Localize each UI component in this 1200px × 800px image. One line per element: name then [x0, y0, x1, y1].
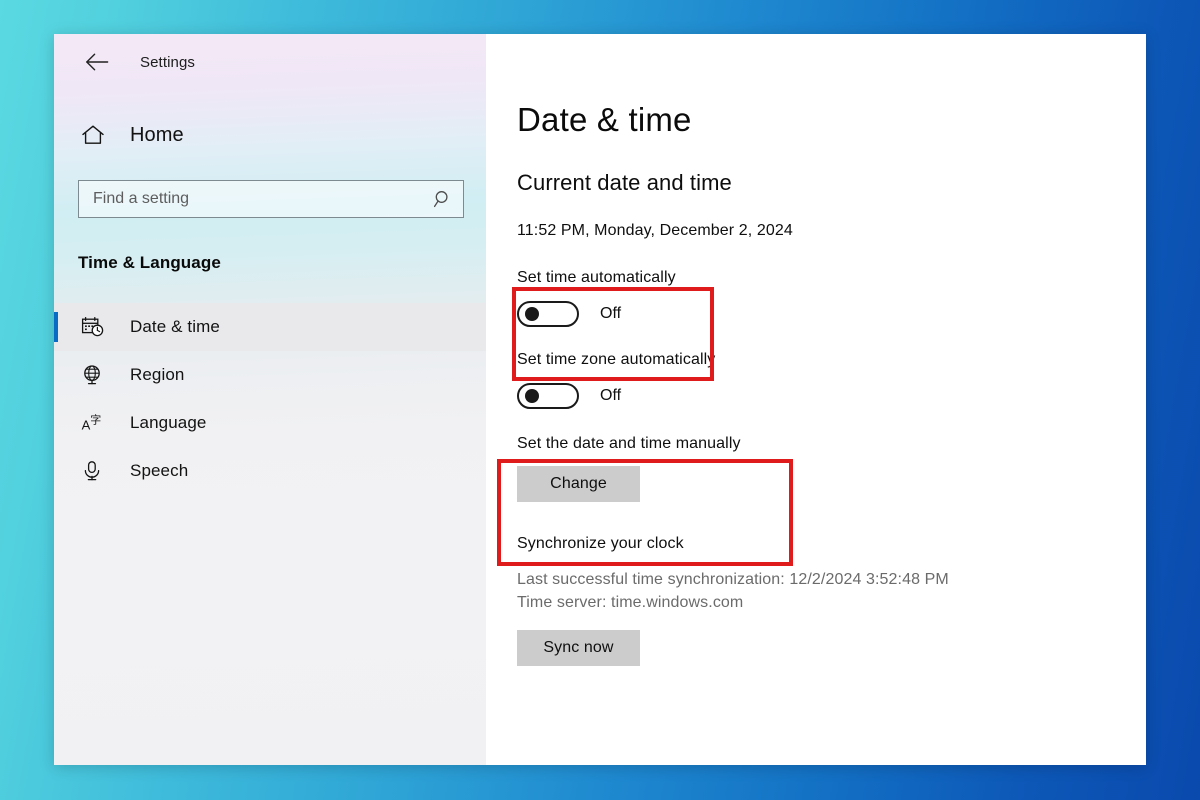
- search-box[interactable]: [78, 180, 464, 218]
- set-date-time-manually-label: Set the date and time manually: [517, 435, 741, 452]
- toggle-knob: [525, 307, 539, 321]
- sidebar-item-speech-label: Speech: [130, 461, 189, 480]
- page-title: Date & time: [517, 101, 692, 138]
- set-time-automatically-group: Set time automatically Off: [517, 269, 1146, 327]
- search-input[interactable]: [93, 190, 432, 208]
- microphone-icon: [78, 460, 108, 482]
- settings-window: Settings Home Time & Language: [54, 34, 1146, 765]
- sidebar-titlebar: Settings: [54, 34, 486, 90]
- synchronize-clock-group: Synchronize your clock Last successful t…: [517, 535, 1146, 666]
- set-time-automatically-toggle[interactable]: [517, 301, 579, 327]
- globe-icon: [78, 364, 108, 386]
- sidebar-item-language-label: Language: [130, 413, 207, 432]
- change-button[interactable]: Change: [517, 466, 640, 502]
- toggle-knob: [525, 389, 539, 403]
- set-time-zone-automatically-row: Off: [517, 383, 1146, 409]
- set-time-zone-automatically-group: Set time zone automatically Off: [517, 351, 1146, 409]
- set-time-zone-automatically-toggle[interactable]: [517, 383, 579, 409]
- time-server-text: Time server: time.windows.com: [517, 594, 744, 611]
- current-date-time-heading: Current date and time: [517, 170, 732, 195]
- sidebar-item-date-and-time-label: Date & time: [130, 317, 220, 336]
- sidebar-item-region[interactable]: Region: [54, 351, 486, 399]
- set-time-automatically-row: Off: [517, 301, 1146, 327]
- sidebar-item-speech[interactable]: Speech: [54, 447, 486, 495]
- search-icon[interactable]: [432, 189, 454, 209]
- sidebar-item-home[interactable]: Home: [54, 113, 486, 157]
- language-icon: A 字: [78, 412, 108, 434]
- sidebar-item-region-label: Region: [130, 365, 185, 384]
- set-time-automatically-state: Off: [600, 305, 622, 322]
- sync-now-button[interactable]: Sync now: [517, 630, 640, 666]
- main-content: Date & time Current date and time 11:52 …: [486, 34, 1146, 765]
- svg-text:字: 字: [90, 413, 101, 427]
- last-sync-text: Last successful time synchronization: 12…: [517, 571, 949, 588]
- synchronize-clock-heading: Synchronize your clock: [517, 535, 684, 552]
- calendar-clock-icon: [78, 316, 108, 338]
- sidebar: Settings Home Time & Language: [54, 34, 486, 765]
- sidebar-nav-list: Date & time Region A 字 Language Speech: [54, 303, 486, 495]
- back-arrow-icon[interactable]: [76, 44, 118, 80]
- sidebar-section-title: Time & Language: [78, 253, 221, 272]
- sidebar-item-home-label: Home: [130, 123, 184, 146]
- current-date-time-value: 11:52 PM, Monday, December 2, 2024: [517, 222, 793, 239]
- set-time-zone-automatically-label: Set time zone automatically: [517, 351, 716, 368]
- home-icon: [78, 124, 108, 146]
- set-time-zone-automatically-state: Off: [600, 387, 622, 404]
- set-time-automatically-label: Set time automatically: [517, 269, 676, 286]
- sidebar-item-date-and-time[interactable]: Date & time: [54, 303, 486, 351]
- settings-title: Settings: [140, 53, 195, 71]
- sidebar-item-language[interactable]: A 字 Language: [54, 399, 486, 447]
- set-date-time-manually-group: Set the date and time manually Change: [517, 435, 1146, 502]
